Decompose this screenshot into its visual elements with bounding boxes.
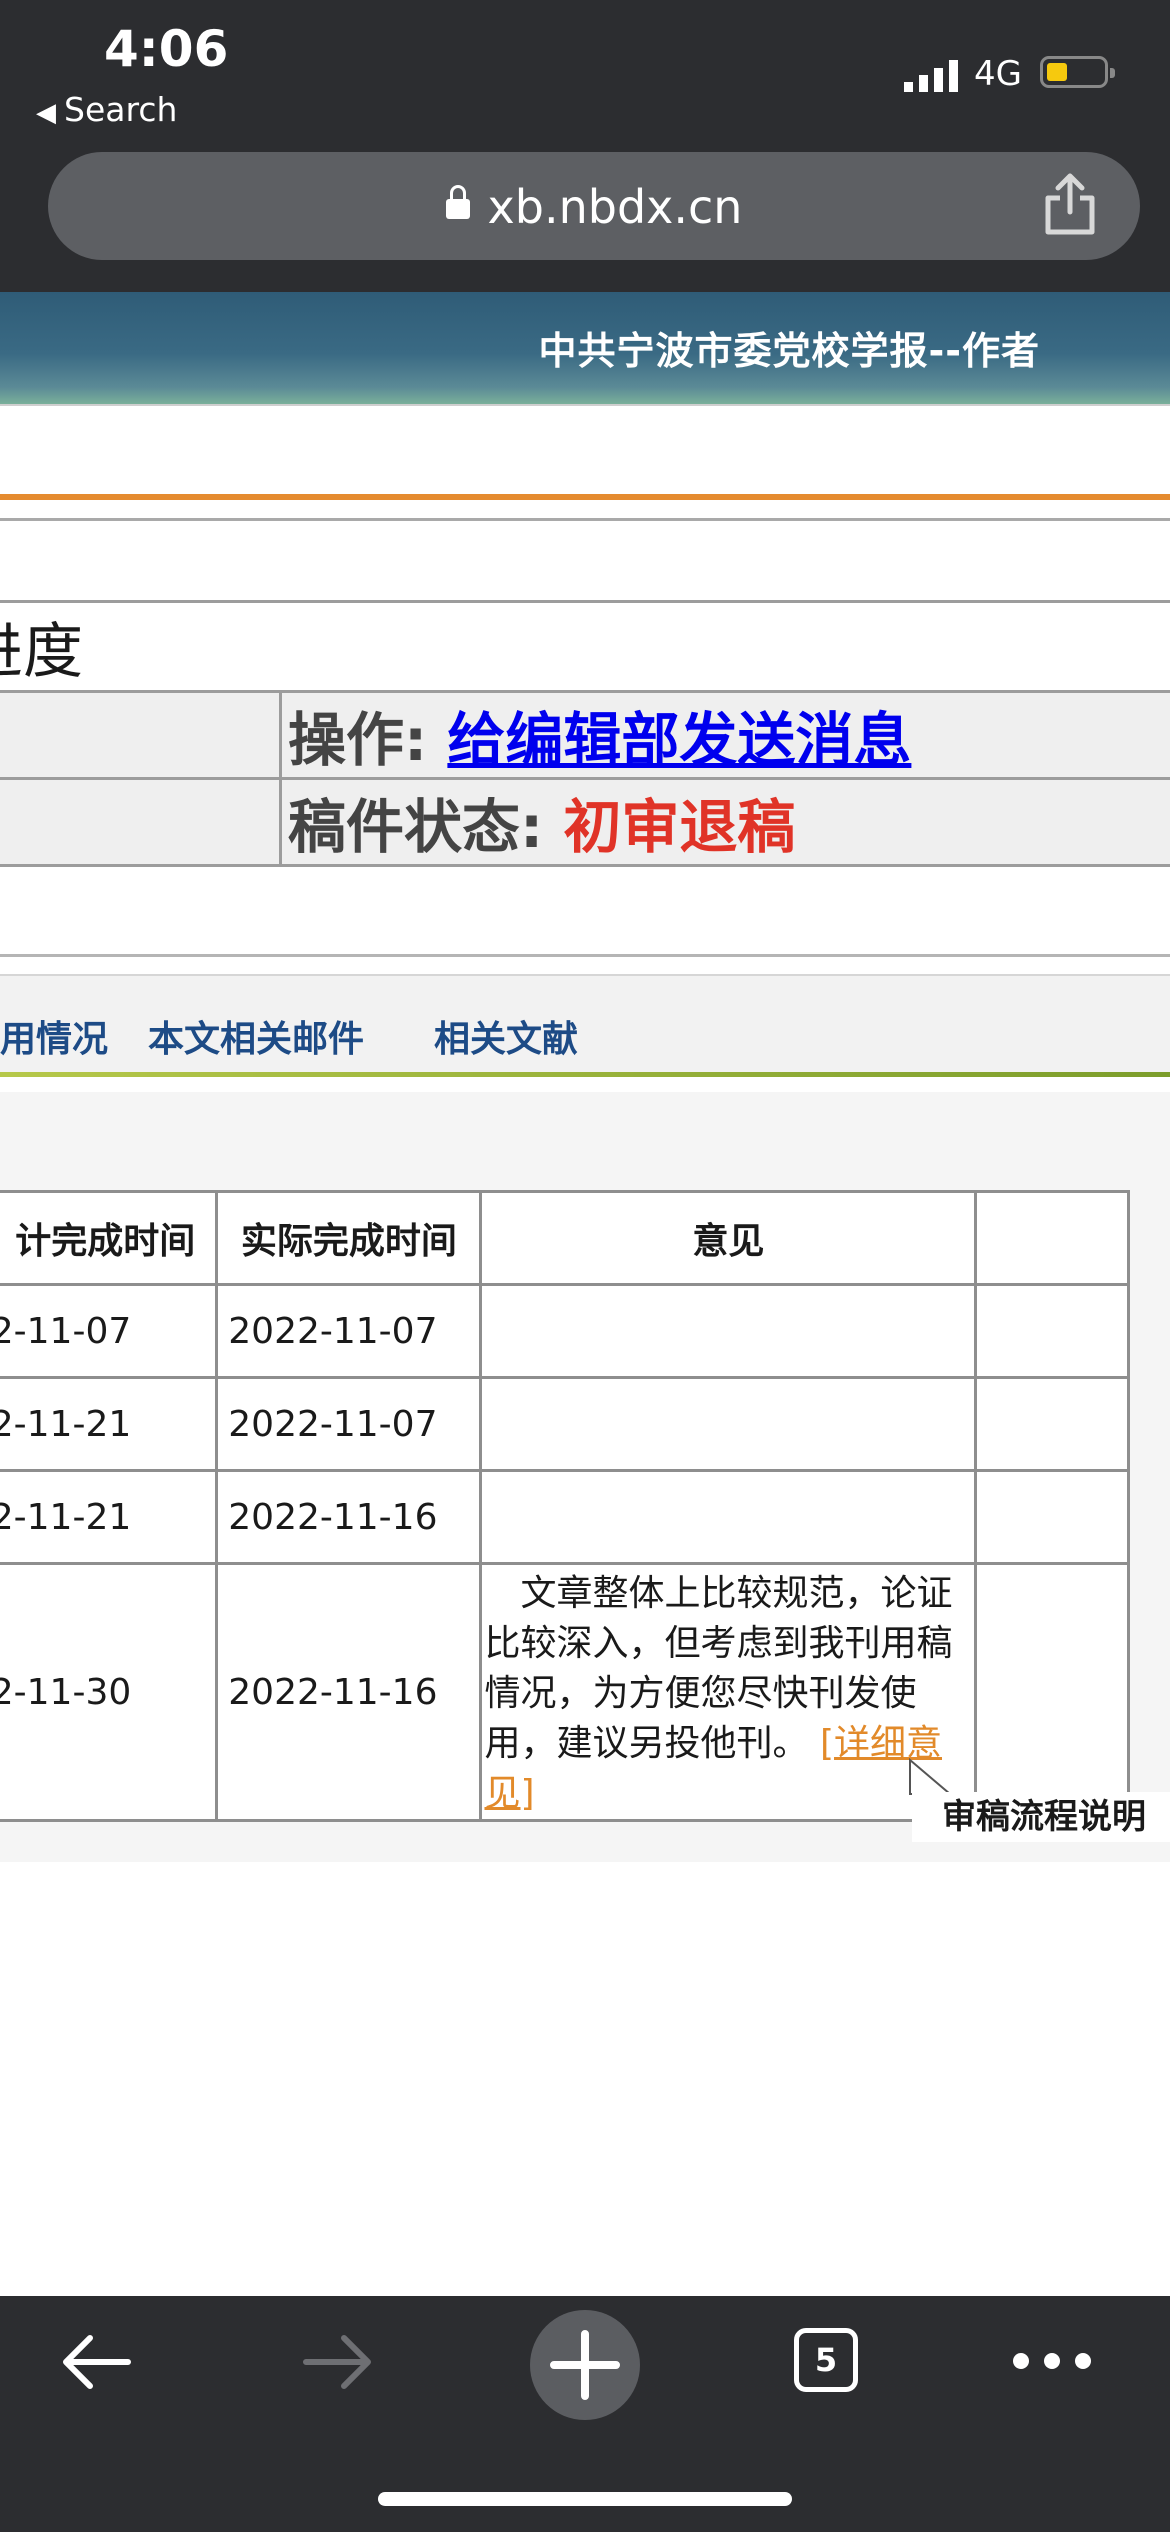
extra-cell [974,1376,1130,1472]
actual-time: 2022-11-07 [215,1376,483,1472]
col-planned-time: 计完成时间 [0,1190,219,1286]
actual-time: 2022-11-16 [215,1562,483,1822]
opinion [479,1469,978,1565]
extra-cell [974,1562,1130,1822]
more-menu-icon[interactable] [1010,2350,1094,2372]
table-row: 2-11-21 2022-11-16 [0,1469,1130,1565]
operation-label: 操作: [288,706,448,774]
share-icon[interactable] [1040,172,1100,236]
manuscript-info-table: 进度 操作: 给编辑部发送消息 稿件状态: 初审退稿 [0,600,1170,867]
status-value: 初审退稿 [563,793,796,861]
extra-cell [974,1283,1130,1379]
actual-time: 2022-11-07 [215,1283,483,1379]
opinion [479,1283,978,1379]
back-triangle-icon: ◀ [36,98,56,128]
new-tab-button[interactable] [530,2310,640,2420]
site-title: 中共宁波市委党校学报--作者 [538,329,1040,373]
tab-usage[interactable]: 用情况 [0,1010,108,1062]
extra-cell [974,1469,1130,1565]
col-actual-time: 实际完成时间 [215,1190,483,1286]
operation-cell: 操作: 给编辑部发送消息 [279,690,1170,780]
opinion: 文章整体上比较规范，论证比较深入，但考虑到我刊用稿情况，为方便您尽快刊发使用，建… [479,1562,978,1822]
planned-time: 2-11-30 [0,1562,219,1822]
table-row: 2-11-21 2022-11-07 [0,1376,1130,1472]
table-header-row: 计完成时间 实际完成时间 意见 [0,1190,1130,1286]
actual-time: 2022-11-16 [215,1469,483,1565]
divider [0,954,1170,957]
send-message-link[interactable]: 给编辑部发送消息 [447,706,911,774]
tab-switcher-button[interactable]: 5 [794,2328,858,2392]
forward-arrow-icon[interactable] [300,2330,376,2394]
network-type: 4G [974,54,1022,94]
review-history-table: 计完成时间 实际完成时间 意见 2-11-07 2022-11-07 2-11-… [0,1190,1130,1822]
tab-related-emails[interactable]: 本文相关邮件 [148,1010,364,1062]
battery-icon [1040,56,1115,88]
site-header-banner: 中共宁波市委党校学报--作者 [0,292,1170,404]
back-arrow-icon[interactable] [58,2330,134,2394]
planned-time: 2-11-21 [0,1469,219,1565]
lock-icon [445,185,470,219]
back-app-label: Search [64,90,178,129]
info-cell-empty [0,777,282,867]
url-display[interactable]: xb.nbdx.cn [48,180,1140,234]
info-cell-empty [0,690,282,780]
home-indicator [378,2492,792,2506]
url-text: xb.nbdx.cn [487,180,743,234]
col-extra [974,1190,1130,1286]
col-opinion: 意见 [479,1190,978,1286]
status-label: 稿件状态: [288,793,564,861]
tab-related-literature[interactable]: 相关文献 [434,1010,578,1062]
progress-heading: 进度 [0,600,1170,693]
address-bar[interactable]: xb.nbdx.cn [48,152,1140,260]
table-row: 2-11-30 2022-11-16 文章整体上比较规范，论证比较深入，但考虑到… [0,1562,1130,1822]
back-to-app-link[interactable]: ◀ Search [36,90,177,129]
status-time: 4:06 [104,20,229,78]
status-cell: 稿件状态: 初审退稿 [279,777,1170,867]
divider [0,404,1170,406]
opinion [479,1376,978,1472]
planned-time: 2-11-07 [0,1283,219,1379]
orange-divider [0,494,1170,500]
tab-underline [0,1072,1170,1077]
review-flow-explanation[interactable]: 审稿流程说明 [912,1792,1170,1842]
plus-icon [550,2330,620,2400]
planned-time: 2-11-21 [0,1376,219,1472]
table-row: 2-11-07 2022-11-07 [0,1283,1130,1379]
cellular-signal-icon [904,60,958,92]
divider [0,518,1170,521]
